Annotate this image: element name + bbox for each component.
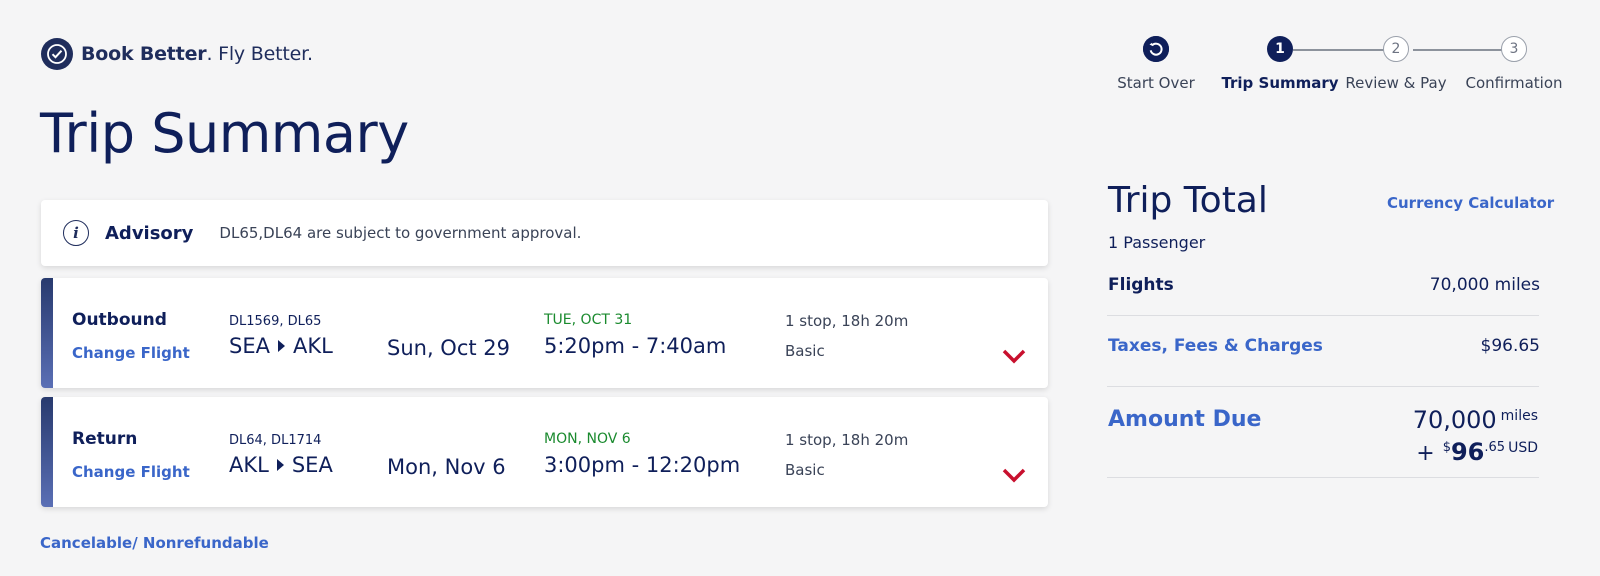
- currency-calculator-link[interactable]: Currency Calculator: [1387, 194, 1554, 212]
- change-flight-link[interactable]: Change Flight: [72, 344, 190, 362]
- origin-code: SEA: [229, 334, 270, 358]
- cabin-class: Basic: [785, 342, 825, 360]
- change-flight-link[interactable]: Change Flight: [72, 463, 190, 481]
- amount-due-dollars: 96: [1450, 438, 1485, 466]
- amount-due-miles-value: 70,000: [1412, 406, 1497, 434]
- flights-cost-label: Flights: [1108, 275, 1174, 295]
- flight-direction: Return: [72, 429, 138, 449]
- flight-stops: 1 stop, 18h 20m: [785, 431, 909, 449]
- trip-total-title: Trip Total: [1108, 180, 1268, 221]
- advisory-message: DL65,DL64 are subject to government appr…: [219, 224, 582, 242]
- brand-logo-icon: [41, 38, 73, 70]
- advisory-banner: i Advisory DL65,DL64 are subject to gove…: [41, 200, 1048, 266]
- destination-code: AKL: [292, 334, 333, 358]
- cabin-class: Basic: [785, 461, 825, 479]
- brand-tagline: Book Better. Fly Better.: [81, 43, 313, 65]
- step-review-pay: 2 Review & Pay: [1336, 36, 1456, 92]
- amount-due-label: Amount Due: [1108, 407, 1262, 432]
- divider: [1107, 386, 1539, 387]
- destination-code: SEA: [291, 453, 333, 477]
- origin-code: AKL: [229, 453, 269, 477]
- amount-due-cash: + $96.65 USD: [1416, 438, 1538, 466]
- flights-cost-value: 70,000 miles: [1429, 275, 1540, 295]
- amount-due-miles-unit: miles: [1500, 408, 1538, 424]
- flight-card-return: Return Change Flight DL64, DL1714 AKL SE…: [41, 397, 1048, 507]
- amount-due-cents: .65: [1484, 440, 1506, 455]
- flight-card-accent: [41, 397, 53, 507]
- route-arrow-icon: [277, 340, 285, 352]
- taxes-fees-value: $96.65: [1480, 336, 1540, 356]
- divider: [1107, 315, 1539, 316]
- passenger-count: 1 Passenger: [1108, 233, 1206, 252]
- advisory-title: Advisory: [105, 222, 194, 244]
- cancel-policy-link[interactable]: Cancelable/ Nonrefundable: [40, 534, 269, 552]
- step-number: 1: [1267, 36, 1293, 62]
- expand-chevron-icon[interactable]: [1001, 467, 1027, 483]
- flight-card-outbound: Outbound Change Flight DL1569, DL65 SEA …: [41, 278, 1048, 388]
- page-title: Trip Summary: [40, 102, 409, 165]
- step-start-over[interactable]: Start Over: [1096, 36, 1216, 92]
- arrival-day: TUE, OCT 31: [544, 312, 633, 328]
- step-label: Trip Summary: [1221, 74, 1339, 92]
- flight-card-accent: [41, 278, 53, 388]
- divider: [1107, 477, 1539, 478]
- step-label: Confirmation: [1465, 74, 1563, 92]
- departure-date: Sun, Oct 29: [387, 336, 511, 360]
- step-number: 2: [1383, 36, 1409, 62]
- flight-times: 3:00pm - 12:20pm: [544, 453, 741, 477]
- flight-route: SEA AKL: [229, 334, 333, 358]
- flight-times: 5:20pm - 7:40am: [544, 334, 727, 358]
- expand-chevron-icon[interactable]: [1001, 348, 1027, 364]
- step-label: Review & Pay: [1345, 74, 1447, 92]
- flight-stops: 1 stop, 18h 20m: [785, 312, 909, 330]
- amount-due-plus: +: [1416, 441, 1435, 466]
- brand-header[interactable]: Book Better. Fly Better.: [41, 38, 313, 70]
- taxes-fees-link[interactable]: Taxes, Fees & Charges: [1108, 336, 1323, 356]
- flight-numbers: DL64, DL1714: [229, 433, 322, 448]
- currency-symbol: $: [1442, 440, 1451, 455]
- amount-due-miles: 70,000 miles: [1413, 406, 1538, 434]
- step-confirmation: 3 Confirmation: [1454, 36, 1574, 92]
- flight-direction: Outbound: [72, 310, 167, 330]
- flight-route: AKL SEA: [229, 453, 333, 477]
- arrival-day: MON, NOV 6: [544, 431, 631, 447]
- step-trip-summary: 1 Trip Summary: [1220, 36, 1340, 92]
- route-arrow-icon: [276, 459, 284, 471]
- departure-date: Mon, Nov 6: [387, 455, 506, 479]
- progress-stepper: Start Over 1 Trip Summary 2 Review & Pay…: [1117, 36, 1590, 106]
- flight-numbers: DL1569, DL65: [229, 314, 322, 329]
- step-number: 3: [1501, 36, 1527, 62]
- step-label: Start Over: [1117, 74, 1195, 92]
- info-icon: i: [63, 220, 89, 246]
- start-over-icon[interactable]: [1143, 36, 1169, 62]
- amount-due-currency: USD: [1508, 440, 1538, 456]
